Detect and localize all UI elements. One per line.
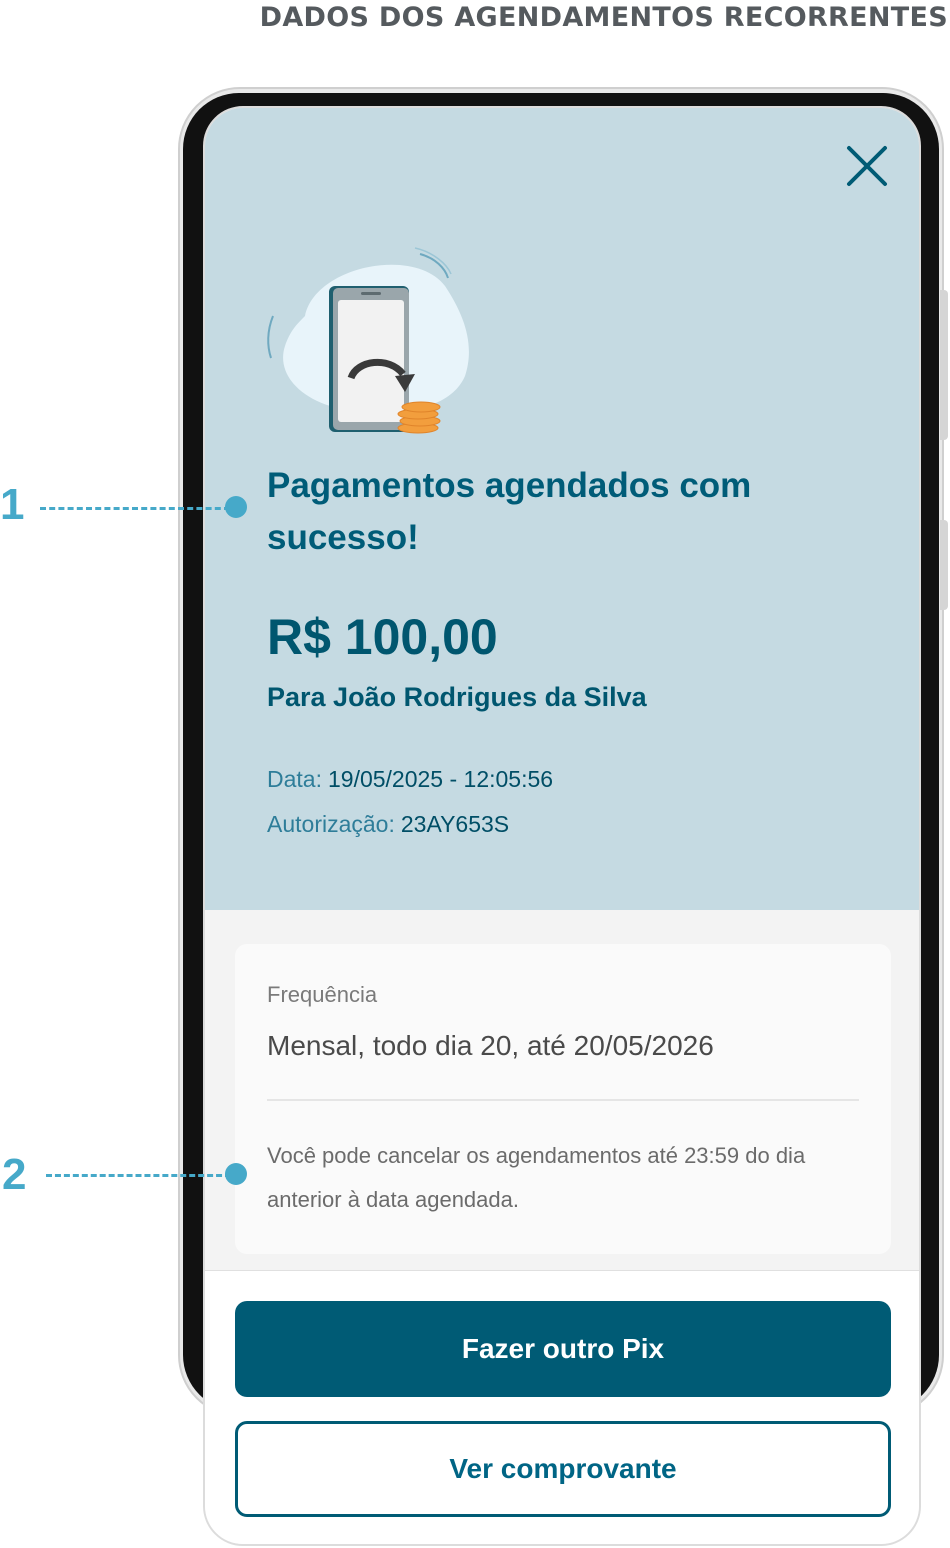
cancellation-note: Você pode cancelar os agendamentos até 2… xyxy=(267,1143,806,1212)
recipient-name: Para João Rodrigues da Silva xyxy=(267,682,647,712)
divider xyxy=(267,1099,859,1101)
phone-with-coins-illustration xyxy=(267,247,469,434)
date-label: Data: xyxy=(267,766,322,792)
callout-number-2: 2 xyxy=(2,1150,27,1199)
close-button[interactable] xyxy=(845,144,889,188)
success-header: Pagamentos agendados com sucesso! R$ 100… xyxy=(205,108,919,910)
view-receipt-button[interactable]: Ver comprovante xyxy=(235,1421,891,1517)
document-title: DADOS DOS AGENDAMENTOS RECORRENTES xyxy=(259,2,948,33)
callout-line-2 xyxy=(46,1174,231,1177)
phone-side-button xyxy=(940,520,948,610)
authorization-label: Autorização: xyxy=(267,811,395,837)
authorization-row: Autorização: 23AY653S xyxy=(267,811,509,838)
frequency-card: Frequência Mensal, todo dia 20, até 20/0… xyxy=(235,944,891,1254)
date-row: Data: 19/05/2025 - 12:05:56 xyxy=(267,766,553,793)
phone-side-button xyxy=(940,290,948,440)
callout-line-1 xyxy=(40,507,230,510)
date-value: 19/05/2025 - 12:05:56 xyxy=(327,766,554,792)
authorization-value: 23AY653S xyxy=(400,811,510,837)
callout-number-1: 1 xyxy=(0,480,25,529)
payment-amount: R$ 100,00 xyxy=(267,609,498,665)
new-pix-button[interactable]: Fazer outro Pix xyxy=(235,1301,891,1397)
frequency-label: Frequência xyxy=(267,982,378,1007)
callout-dot-2 xyxy=(225,1163,247,1185)
callout-dot-1 xyxy=(225,496,247,518)
frequency-value: Mensal, todo dia 20, até 20/05/2026 xyxy=(267,1030,714,1061)
success-title: Pagamentos agendados com sucesso! xyxy=(267,466,752,557)
action-footer: Fazer outro Pix Ver comprovante xyxy=(205,1270,919,1544)
close-icon xyxy=(847,146,887,186)
app-screen: Pagamentos agendados com sucesso! R$ 100… xyxy=(203,106,921,1546)
